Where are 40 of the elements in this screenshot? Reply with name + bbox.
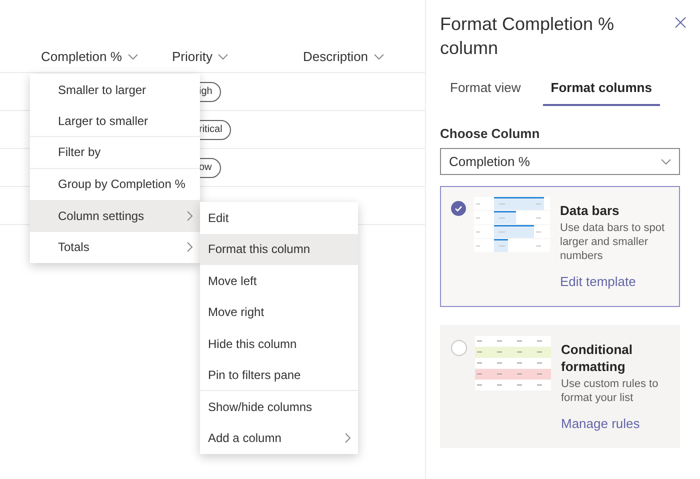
chevron-right-icon [345,433,351,444]
menu-item[interactable]: Larger to smaller [30,106,200,137]
menu-item[interactable]: Add a column [200,422,358,454]
menu-item[interactable]: Show/hide columns [200,391,358,422]
menu-item[interactable]: Edit [200,202,358,234]
option-title: Data bars [560,202,620,219]
format-option-card[interactable]: Conditional formatting Use custom rules to format your list Manage rules [440,324,680,448]
option-description: Use data bars to spot larger and smaller numbers [560,221,666,263]
chevron-down-icon [661,158,671,164]
radio-icon[interactable] [451,340,467,356]
chevron-down-icon [218,54,228,60]
option-link[interactable]: Manage rules [561,414,669,433]
close-icon[interactable] [675,17,686,28]
menu-item[interactable]: Column settings [30,200,200,232]
option-description: Use custom rules to format your list [561,376,660,404]
menu-item[interactable]: Group by Completion % [30,168,200,200]
panel-title: Format Completion % column [440,13,616,60]
menu-item[interactable]: Pin to filters pane [200,360,358,391]
chevron-right-icon [187,242,193,252]
menu-item[interactable]: Smaller to larger [30,74,200,106]
column-header[interactable]: Completion % [41,47,138,66]
menu-item[interactable]: Move right [200,296,358,328]
menu-item[interactable]: Totals [30,232,200,263]
tab[interactable]: Format view [442,78,529,106]
format-option-card[interactable]: Data bars Use data bars to spot larger and smaller numbers Edit template [440,186,680,306]
tab[interactable]: Format columns [542,78,660,106]
column-header[interactable]: Priority [172,47,228,66]
chevron-down-icon [128,54,138,60]
option-title: Conditional formatting [561,340,634,374]
chevron-right-icon [187,210,193,221]
option-link[interactable]: Edit template [560,272,669,292]
checked-radio-icon[interactable] [451,201,466,216]
column-header[interactable]: Description [303,47,384,66]
field-label: Choose Column [440,124,541,142]
column-dropdown[interactable]: Completion % [440,148,680,175]
menu-item[interactable]: Move left [200,265,358,296]
menu-item[interactable]: Hide this column [200,328,358,360]
menu-item[interactable]: Format this column [200,234,358,265]
chevron-down-icon [374,54,384,60]
menu-item[interactable]: Filter by [30,137,200,168]
